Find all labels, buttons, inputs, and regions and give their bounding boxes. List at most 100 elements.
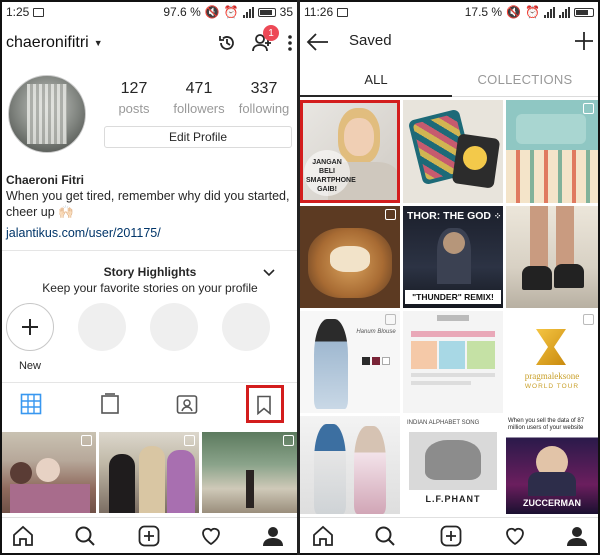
bottom-nav xyxy=(300,517,598,553)
bio-link[interactable]: jalantikus.com/user/201175/ xyxy=(6,225,296,241)
tagged-icon[interactable] xyxy=(176,393,198,420)
profile-screen: 1:25 97.6 % 🔇 ⏰ 35 chaeronifitri ▼ 1 127… xyxy=(2,2,297,553)
stat-followers[interactable]: 471 followers xyxy=(169,80,229,116)
divider xyxy=(2,382,297,383)
saved-post[interactable] xyxy=(403,100,503,203)
post-caption: WORLD TOUR xyxy=(524,383,580,390)
saved-post[interactable]: When you sell the data of 87 million use… xyxy=(506,416,598,514)
posts-grid xyxy=(2,432,297,513)
status-time: 1:25 xyxy=(6,5,30,19)
saved-post[interactable] xyxy=(506,100,598,203)
gallery-icon xyxy=(33,7,45,17)
multi-photo-icon xyxy=(385,209,396,220)
stat-number: 471 xyxy=(185,80,213,97)
tab-collections[interactable]: COLLECTIONS xyxy=(452,72,598,87)
post-thumbnail[interactable] xyxy=(99,432,199,513)
battery-partial: 35 xyxy=(279,5,293,19)
highlights-subtitle: Keep your favorite stories on your profi… xyxy=(42,281,258,295)
new-post-icon[interactable] xyxy=(138,525,160,552)
saved-post[interactable]: JANGAN BELI SMARTPHONE GAIB! xyxy=(300,100,400,203)
home-icon[interactable] xyxy=(12,525,34,552)
highlight-placeholder xyxy=(78,303,126,351)
saved-post[interactable] xyxy=(403,311,503,413)
stat-label: following xyxy=(238,101,290,116)
add-user-icon[interactable]: 1 xyxy=(251,25,279,53)
profile-stats: 127 posts 471 followers 337 following xyxy=(104,80,294,116)
new-post-icon[interactable] xyxy=(440,525,462,552)
home-icon[interactable] xyxy=(312,525,334,552)
mute-icon: 🔇 xyxy=(506,5,522,19)
post-thumbnail[interactable] xyxy=(202,432,297,513)
saved-post[interactable] xyxy=(300,416,400,514)
back-arrow-icon[interactable] xyxy=(306,32,330,57)
status-bar: 11:26 17.5 % 🔇 ⏰ xyxy=(300,2,598,22)
new-highlight-label: New xyxy=(18,360,41,372)
status-bar: 1:25 97.6 % 🔇 ⏰ 35 xyxy=(2,2,297,22)
saved-post[interactable]: Hanum Blouse xyxy=(300,311,400,413)
stat-number: 127 xyxy=(120,80,148,97)
chevron-down-icon[interactable] xyxy=(263,264,275,282)
highlight-box xyxy=(246,385,284,423)
chevron-down-icon[interactable]: ▼ xyxy=(94,38,103,48)
profile-icon[interactable] xyxy=(262,525,284,552)
stat-posts[interactable]: 127 posts xyxy=(104,80,164,116)
profile-header: chaeronifitri ▼ 1 xyxy=(2,25,297,60)
alarm-icon: ⏰ xyxy=(223,5,239,19)
header-actions: 1 xyxy=(217,25,293,53)
multi-photo-icon xyxy=(583,103,594,114)
status-time: 11:26 xyxy=(304,5,334,19)
avatar[interactable] xyxy=(8,75,86,153)
highlight-placeholder xyxy=(222,303,270,351)
stat-following[interactable]: 337 following xyxy=(234,80,294,116)
plus-icon[interactable] xyxy=(574,31,594,56)
edit-profile-button[interactable]: Edit Profile xyxy=(104,126,292,148)
saved-grid: JANGAN BELI SMARTPHONE GAIB! THOR: THE G… xyxy=(300,100,598,514)
multi-photo-icon xyxy=(184,435,195,446)
highlight-placeholder xyxy=(150,303,198,351)
multi-photo-icon xyxy=(283,435,294,446)
post-caption: INDIAN ALPHABET SONG xyxy=(407,420,480,426)
search-icon[interactable] xyxy=(74,525,96,552)
multi-photo-icon xyxy=(385,314,396,325)
saved-post[interactable]: INDIAN ALPHABET SONG L.F.PHANT xyxy=(403,416,503,514)
search-icon[interactable] xyxy=(374,525,396,552)
post-caption: ZUCCERMAN xyxy=(523,498,581,508)
profile-icon[interactable] xyxy=(566,525,588,552)
heart-icon[interactable] xyxy=(200,525,222,552)
more-icon[interactable] xyxy=(287,34,293,52)
saved-screen: 11:26 17.5 % 🔇 ⏰ Saved ALL COLLECTIONS J… xyxy=(300,2,598,553)
signal-icon xyxy=(242,6,254,18)
new-highlight-button[interactable] xyxy=(6,303,54,351)
signal-icon xyxy=(544,6,555,18)
tab-all[interactable]: ALL xyxy=(300,72,452,87)
highlights-title: Story Highlights xyxy=(103,265,197,279)
saved-post[interactable] xyxy=(506,206,598,308)
activity-icon[interactable] xyxy=(217,33,237,53)
divider xyxy=(2,250,297,251)
alarm-icon: ⏰ xyxy=(525,5,540,19)
username[interactable]: chaeronifitri xyxy=(6,34,89,52)
grid-icon[interactable] xyxy=(20,393,42,420)
saved-header: Saved xyxy=(300,26,598,58)
igtv-icon[interactable] xyxy=(100,393,120,420)
post-caption-text: THOR: THE GOD xyxy=(407,210,491,222)
status-icons: 17.5 % 🔇 ⏰ xyxy=(465,5,594,19)
post-thumbnail[interactable] xyxy=(2,432,96,513)
saved-post[interactable]: pragmaleksone WORLD TOUR xyxy=(506,311,598,413)
multi-photo-icon xyxy=(81,435,92,446)
bottom-nav xyxy=(2,517,297,553)
heart-icon[interactable] xyxy=(504,525,526,552)
tab-divider xyxy=(452,96,598,97)
post-caption: L.F.PHANT xyxy=(425,494,481,504)
post-caption: pragmaleksone xyxy=(524,371,580,381)
battery-percent: 17.5 % xyxy=(464,5,503,19)
post-caption: Hanum Blouse xyxy=(356,329,396,335)
post-caption: When you sell the data of 87 million use… xyxy=(508,418,585,431)
saved-post[interactable]: THOR: THE GOD ⁘ "THUNDER" REMIX! xyxy=(403,206,503,308)
saved-post[interactable] xyxy=(300,206,400,308)
active-tab-indicator xyxy=(300,95,452,97)
saved-tabs: ALL COLLECTIONS xyxy=(300,64,598,98)
highlight-box xyxy=(300,100,400,203)
stat-label: posts xyxy=(118,101,150,116)
plus-icon xyxy=(22,319,38,335)
